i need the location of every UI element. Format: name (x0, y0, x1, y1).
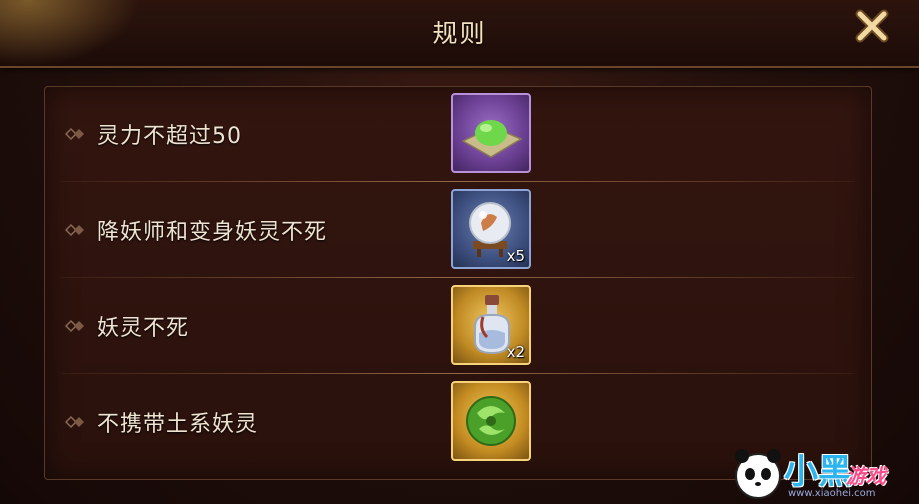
reward-item-slot[interactable]: x2 (451, 285, 531, 365)
rule-text: 灵力不超过50 (97, 124, 242, 149)
rules-panel: 灵力不超过50 降妖师和变身妖灵不死 x5 妖灵不死 x2 不携带土系妖灵 (44, 86, 872, 480)
site-watermark: 小黑 游戏 www.xiaohei.com (728, 440, 918, 504)
reward-item-slot[interactable]: x5 (451, 189, 531, 269)
diamond-bullet-icon (65, 223, 84, 237)
reward-item-slot[interactable] (451, 93, 531, 173)
rule-text: 不携带土系妖灵 (97, 412, 259, 437)
watermark-brand: 小黑 (784, 452, 852, 492)
rule-text: 妖灵不死 (97, 316, 190, 341)
green-spirit-orb-icon (461, 120, 523, 158)
diamond-bullet-icon (65, 319, 84, 333)
dialog-header: 规则 (0, 0, 919, 68)
dialog-title: 规则 (432, 19, 487, 48)
rule-row: 降妖师和变身妖灵不死 x5 (45, 183, 871, 278)
close-x-icon[interactable] (852, 6, 892, 46)
row-divider (61, 181, 855, 182)
close-button[interactable] (852, 6, 892, 46)
item-count: x2 (506, 343, 525, 361)
watermark-url: www.xiaohei.com (788, 488, 876, 499)
panda-mascot-icon (735, 449, 781, 499)
row-divider (61, 277, 855, 278)
rule-row: 妖灵不死 x2 (45, 279, 871, 374)
diamond-bullet-icon (65, 127, 84, 141)
watermark-brand-sub: 游戏 (846, 464, 886, 488)
item-count: x5 (506, 247, 525, 265)
diamond-bullet-icon (65, 415, 84, 429)
reward-item-slot[interactable] (451, 381, 531, 461)
green-jade-orb-icon (466, 396, 516, 446)
rule-text: 降妖师和变身妖灵不死 (97, 220, 328, 245)
row-divider (61, 373, 855, 374)
rule-row: 灵力不超过50 (45, 87, 871, 182)
